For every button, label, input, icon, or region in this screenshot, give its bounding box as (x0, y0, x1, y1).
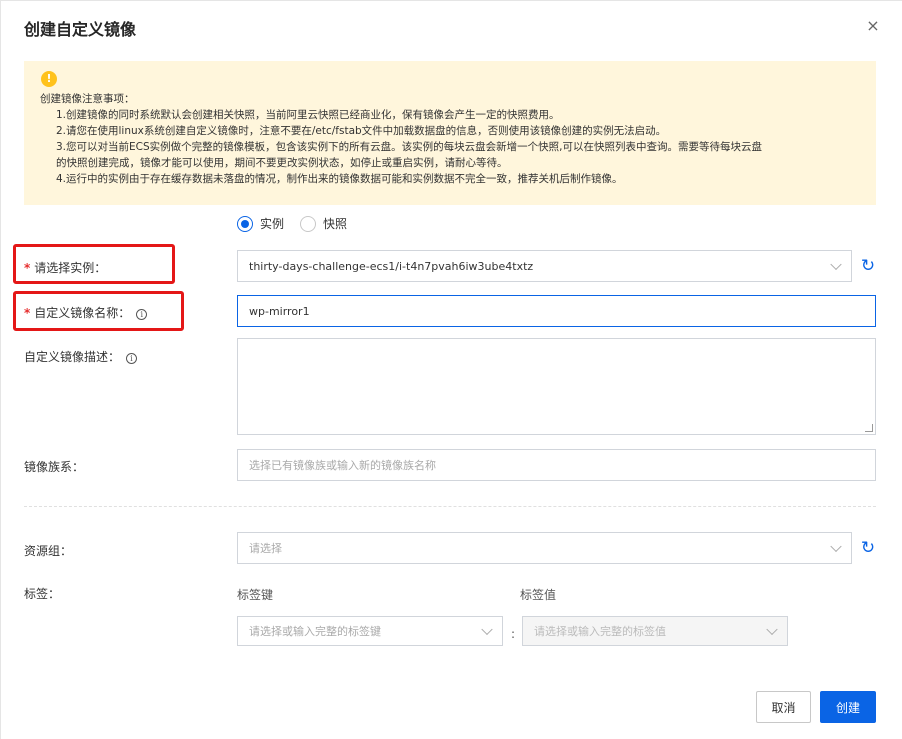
notice-item: 3.您可以对当前ECS实例做个完整的镜像模板，包含该实例下的所有云盘。该实例的每… (56, 141, 762, 153)
resize-handle[interactable] (865, 424, 873, 432)
instance-select[interactable]: thirty-days-challenge-ecs1/i-t4n7pvah6iw… (237, 250, 852, 282)
notice-item: 的快照创建完成，镜像才能可以使用，期间不要更改实例状态，如停止或重启实例，请耐心… (56, 157, 508, 169)
divider (24, 506, 876, 507)
resource-group-select[interactable]: 请选择 (237, 532, 852, 564)
chevron-down-icon (830, 540, 842, 553)
instance-label-text: 请选择实例： (34, 261, 107, 275)
radio-label: 实例 (260, 217, 285, 231)
info-icon[interactable]: i (126, 353, 138, 364)
radio-dot-checked[interactable] (237, 215, 253, 232)
notice-item: 1.创建镜像的同时系统默认会创建相关快照，当前阿里云快照已经商业化，保有镜像会产… (56, 109, 560, 121)
warning-icon: ! (41, 71, 57, 87)
instance-label: * 请选择实例： (24, 259, 106, 276)
chevron-down-icon (481, 623, 493, 636)
cancel-button[interactable]: 取消 (756, 691, 811, 723)
tag-separator: : (511, 627, 516, 641)
create-button[interactable]: 创建 (820, 691, 876, 723)
tag-key-select[interactable]: 请选择或输入完整的标签键 (237, 616, 503, 646)
description-label: 自定义镜像描述： i (24, 348, 138, 365)
tags-label: 标签： (24, 587, 61, 601)
create-custom-image-dialog: 创建自定义镜像 × ! 创建镜像注意事项： 1.创建镜像的同时系统默认会创建相关… (0, 0, 902, 739)
chevron-down-icon (830, 258, 842, 271)
notice-body: 创建镜像注意事项： 1.创建镜像的同时系统默认会创建相关快照，当前阿里云快照已经… (40, 91, 870, 187)
notice-heading: 创建镜像注意事项： (40, 93, 135, 105)
radio-instance[interactable]: 实例 (237, 215, 284, 232)
notice-item: 4.运行中的实例由于存在缓存数据未落盘的情况，制作出来的镜像数据可能和实例数据不… (56, 173, 623, 185)
instance-select-value: thirty-days-challenge-ecs1/i-t4n7pvah6iw… (249, 259, 534, 273)
dialog-title: 创建自定义镜像 (24, 20, 137, 39)
description-label-text: 自定义镜像描述： (24, 350, 121, 364)
tag-value-placeholder: 请选择或输入完整的标签值 (534, 625, 666, 638)
required-mark: * (24, 306, 31, 320)
radio-label: 快照 (323, 217, 348, 231)
radio-dot-unchecked[interactable] (300, 215, 316, 232)
image-family-label: 镜像族系： (24, 460, 85, 474)
tag-key-header: 标签键 (237, 588, 274, 602)
image-name-label-text: 自定义镜像名称： (34, 306, 131, 320)
notice-panel: ! 创建镜像注意事项： 1.创建镜像的同时系统默认会创建相关快照，当前阿里云快照… (24, 61, 876, 205)
image-family-input[interactable]: 选择已有镜像族或输入新的镜像族名称 (237, 449, 876, 481)
resource-group-label: 资源组： (24, 544, 73, 558)
description-textarea[interactable] (237, 338, 876, 435)
radio-snapshot[interactable]: 快照 (300, 215, 347, 232)
image-name-label: * 自定义镜像名称： i (24, 304, 148, 321)
close-icon[interactable]: × (865, 17, 881, 35)
chevron-down-icon (766, 623, 778, 636)
tag-value-select[interactable]: 请选择或输入完整的标签值 (522, 616, 788, 646)
info-icon[interactable]: i (136, 309, 148, 320)
required-mark: * (24, 261, 31, 275)
tag-value-header: 标签值 (520, 588, 557, 602)
image-name-value: wp-mirror1 (249, 304, 310, 318)
tag-key-placeholder: 请选择或输入完整的标签键 (249, 625, 381, 638)
refresh-icon[interactable]: ↻ (859, 539, 877, 557)
notice-item: 2.请您在使用linux系统创建自定义镜像时，注意不要在/etc/fstab文件… (56, 125, 667, 137)
image-name-input[interactable]: wp-mirror1 (237, 295, 876, 327)
resource-group-placeholder: 请选择 (249, 542, 282, 555)
refresh-icon[interactable]: ↻ (859, 257, 877, 275)
